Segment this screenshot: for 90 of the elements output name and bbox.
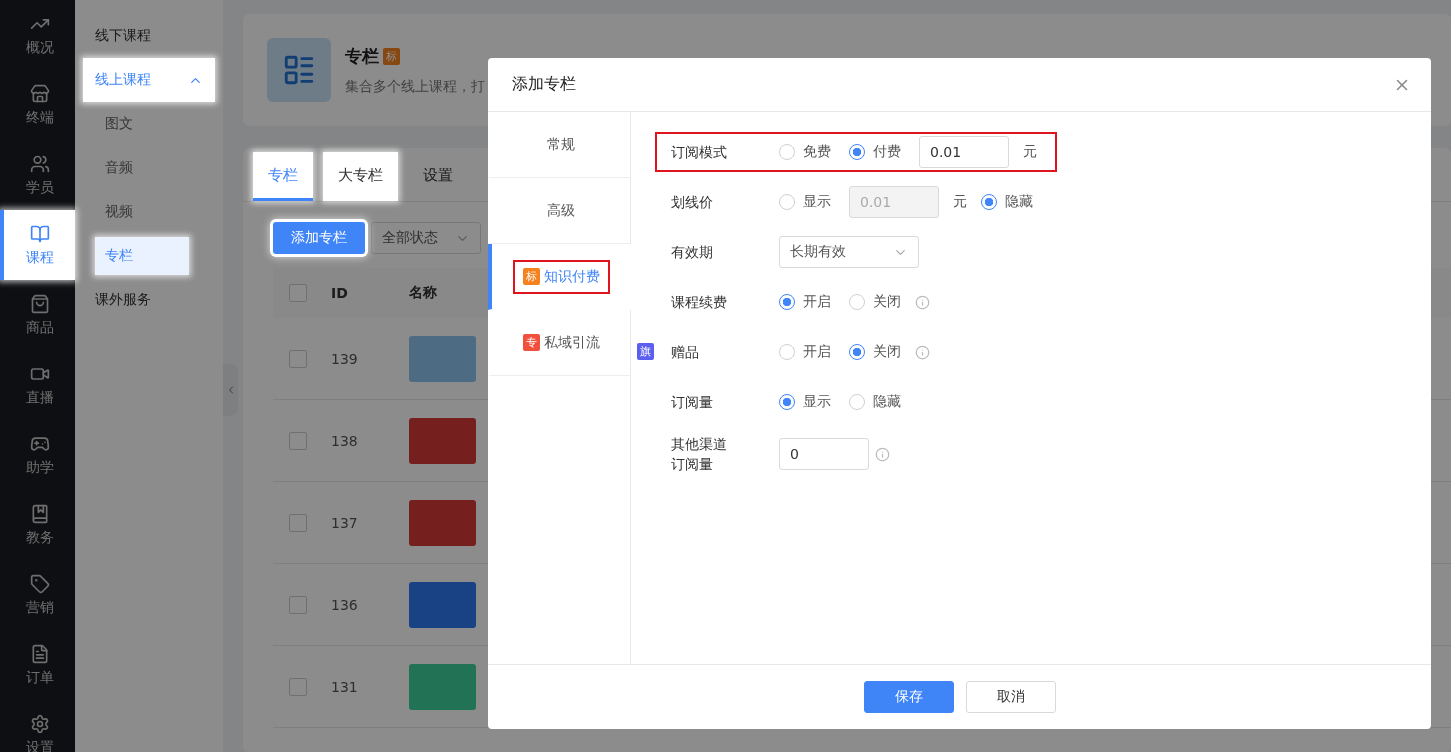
add-button[interactable]: 添加专栏 — [273, 222, 365, 254]
nav-item[interactable]: 学员 — [0, 140, 75, 210]
radio-option[interactable]: 隐藏 — [849, 393, 901, 411]
table-cell-text: 139 — [331, 350, 359, 367]
table-cell-text: 138 — [331, 432, 359, 449]
photo-placeholder — [409, 335, 476, 382]
radio-option[interactable]: 免费 — [779, 143, 831, 161]
radio-option[interactable]: 关闭 — [849, 293, 901, 311]
info-icon[interactable] — [875, 446, 890, 462]
tab[interactable]: 专栏 — [253, 152, 313, 201]
users-icon — [29, 153, 50, 174]
form-label: 划线价 — [671, 192, 714, 212]
table-cell-text: 136 — [331, 596, 359, 613]
table-cell-text: 131 — [331, 678, 359, 695]
info-icon[interactable] — [915, 294, 930, 310]
badge: 旗 — [637, 343, 654, 361]
column-header: 名称 — [409, 284, 438, 302]
tab-label: 私域引流 — [543, 333, 600, 352]
document-icon — [267, 38, 331, 102]
submenu-item[interactable]: 图文 — [95, 105, 189, 143]
submenu-item[interactable]: 专栏 — [95, 237, 189, 275]
unit-label: 元 — [953, 193, 967, 211]
book-icon — [29, 223, 50, 244]
nav-item[interactable]: 直播 — [0, 350, 75, 420]
form-label: 订阅模式 — [671, 142, 728, 162]
photo-placeholder — [409, 663, 476, 710]
tab-label: 知识付费 — [543, 267, 600, 286]
badge: 标 — [383, 47, 400, 65]
input-field[interactable]: 0 — [779, 438, 869, 471]
cancel-button[interactable]: 取消 — [965, 681, 1056, 713]
checkbox[interactable] — [289, 677, 307, 696]
nav-item[interactable]: 助学 — [0, 420, 75, 490]
dialog-title: 添加专栏 — [512, 74, 576, 95]
tab[interactable]: 设置 — [408, 152, 468, 201]
page-subtitle: 集合多个线上课程，打 — [345, 77, 485, 96]
menu-item[interactable]: 线上课程 — [83, 58, 215, 102]
badge: 标 — [522, 268, 540, 285]
tab[interactable]: 大专栏 — [323, 152, 398, 201]
save-button[interactable]: 保存 — [863, 681, 954, 713]
photo-placeholder — [409, 417, 476, 464]
form-label: 赠品 — [671, 342, 700, 362]
radio-option[interactable]: 关闭 — [849, 343, 901, 361]
nav-item[interactable]: 商品 — [0, 280, 75, 350]
badge: 专 — [522, 334, 540, 351]
page-title: 专栏 — [345, 44, 379, 68]
radio-option[interactable]: 隐藏 — [981, 193, 1033, 211]
side-tab[interactable]: 专 私域引流 — [488, 310, 631, 376]
form-label: 订阅量 — [671, 392, 714, 412]
input-field[interactable]: 0.01 — [919, 136, 1009, 168]
nav-item[interactable]: 教务 — [0, 490, 75, 560]
radio-option[interactable]: 开启 — [779, 343, 831, 361]
radio-option[interactable]: 显示 — [779, 393, 831, 411]
checkbox[interactable] — [289, 349, 307, 368]
settings-icon — [29, 713, 50, 734]
checkbox[interactable] — [289, 595, 307, 614]
tab-label: 常规 — [547, 135, 575, 154]
radio-option[interactable]: 显示 — [779, 193, 831, 211]
menu-item[interactable]: 课外服务 — [83, 278, 215, 322]
column-header: ID — [331, 285, 349, 301]
status-select[interactable]: 全部状态 — [371, 222, 481, 254]
table-cell-text: 137 — [331, 514, 359, 531]
tag-icon — [29, 573, 50, 594]
menu-item[interactable]: 线下课程 — [83, 14, 215, 58]
nav-item[interactable]: 概况 — [0, 0, 75, 70]
side-tab[interactable]: 标 知识付费 — [488, 244, 631, 310]
checkbox[interactable] — [289, 284, 307, 302]
info-icon[interactable] — [915, 344, 930, 360]
unit-label: 元 — [1023, 143, 1037, 161]
bag-icon — [29, 293, 50, 314]
side-tab[interactable]: 高级 — [488, 178, 631, 244]
form-label: 其他渠道订阅量 — [671, 435, 728, 475]
checkbox[interactable] — [289, 431, 307, 450]
tab-label: 高级 — [547, 201, 575, 220]
form-label: 课程续费 — [671, 292, 728, 312]
nav-item[interactable]: 营销 — [0, 560, 75, 630]
nav-item[interactable]: 终端 — [0, 70, 75, 140]
photo-placeholder — [409, 581, 476, 628]
form-label: 有效期 — [671, 242, 714, 262]
photo-placeholder — [409, 499, 476, 546]
collapse-handle[interactable] — [223, 364, 238, 416]
select-field[interactable]: 长期有效 — [779, 236, 919, 268]
nav-item[interactable]: 课程 — [0, 210, 75, 280]
radio-option[interactable]: 开启 — [779, 293, 831, 311]
nav-item[interactable]: 订单 — [0, 630, 75, 700]
submenu-item[interactable]: 音频 — [95, 149, 189, 187]
checkbox[interactable] — [289, 513, 307, 532]
side-tab[interactable]: 常规 — [488, 112, 631, 178]
store-icon — [29, 83, 50, 104]
submenu-item[interactable]: 视频 — [95, 193, 189, 231]
radio-option[interactable]: 付费 — [849, 143, 901, 161]
